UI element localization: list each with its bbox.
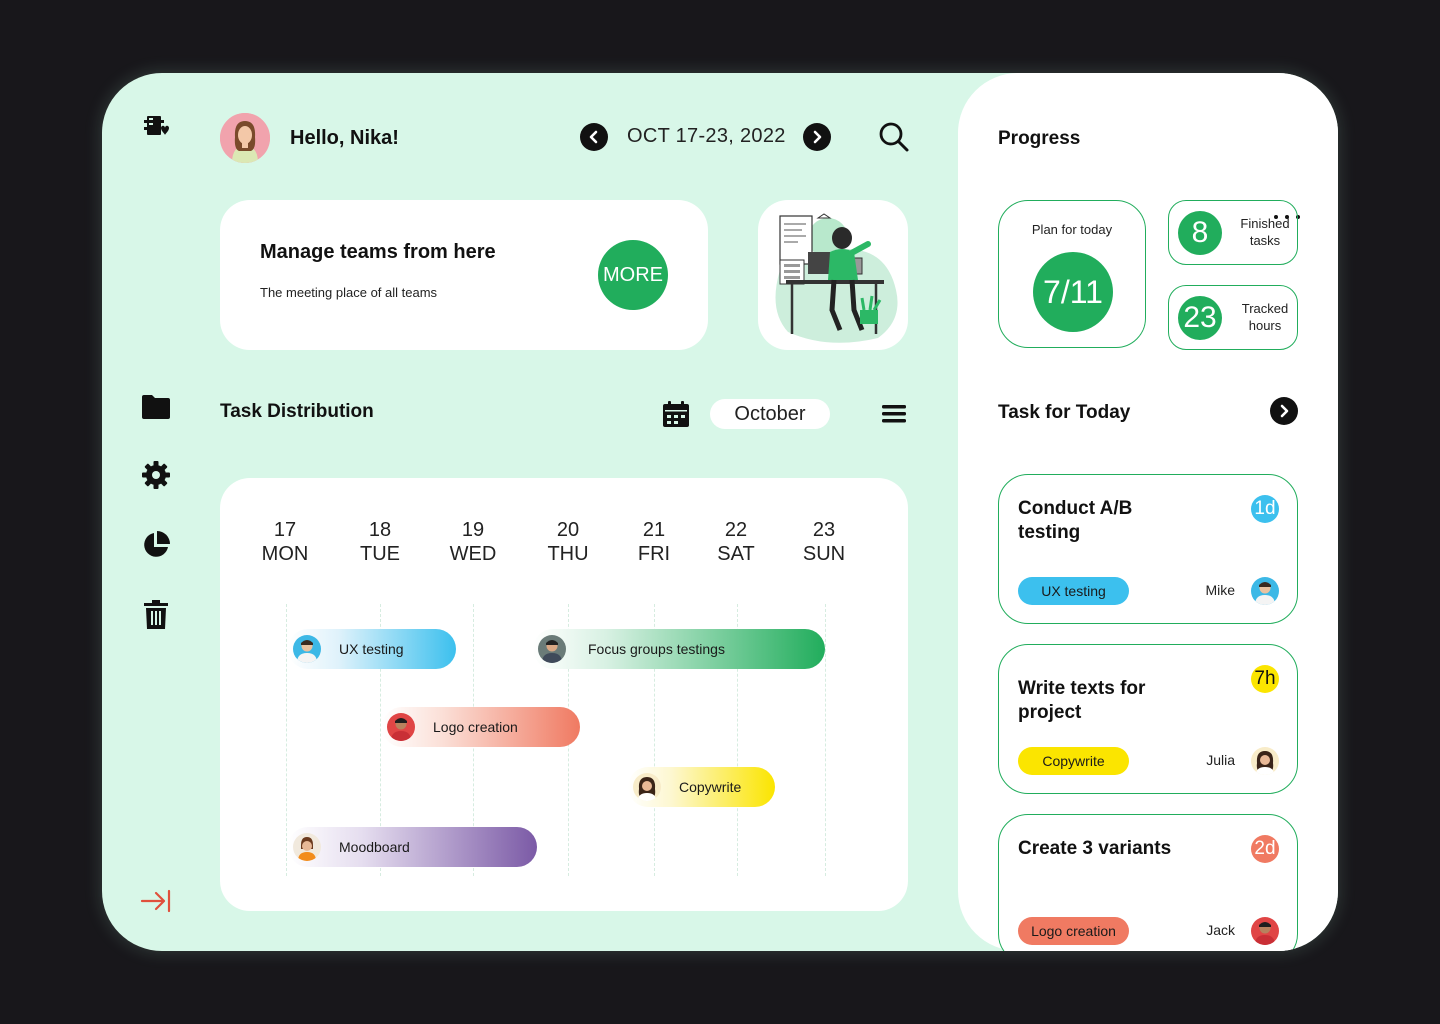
assignee-name: Jack — [1206, 922, 1235, 938]
task-distribution-card: 17 MON 18 TUE 19 WED 20 THU 21 FRI 22 SA… — [220, 478, 908, 911]
task-distribution-title: Task Distribution — [220, 401, 374, 422]
gantt-bar-ux-testing[interactable]: UX testing — [288, 629, 456, 669]
greeting-text: Hello, Nika! — [290, 127, 399, 149]
avatar — [293, 833, 321, 861]
day-number: 23 — [812, 519, 836, 541]
avatar — [1251, 917, 1279, 945]
day-column-18[interactable]: 18 TUE — [340, 518, 420, 566]
day-column-20[interactable]: 20 THU — [528, 518, 608, 566]
day-name: MON — [261, 543, 309, 565]
avatar — [1251, 747, 1279, 775]
day-number: 21 — [642, 519, 666, 541]
gantt-bar-moodboard[interactable]: Moodboard — [288, 827, 537, 867]
task-title: Create 3 variants — [1018, 838, 1172, 859]
gridline — [825, 604, 826, 876]
manage-teams-banner: Manage teams from here The meeting place… — [220, 200, 708, 350]
day-column-17[interactable]: 17 MON — [245, 518, 325, 566]
gridline — [286, 604, 287, 876]
task-title: Write texts for project — [1018, 678, 1146, 723]
month-selector[interactable]: October — [710, 399, 830, 429]
avatar — [293, 635, 321, 663]
day-column-21[interactable]: 21 FRI — [614, 518, 694, 566]
day-number: 17 — [273, 519, 297, 541]
day-number: 22 — [724, 519, 748, 541]
day-name: THU — [547, 543, 589, 565]
plan-label: Plan for today — [1031, 222, 1113, 237]
gantt-bar-label: Moodboard — [339, 839, 410, 855]
task-card[interactable]: Conduct A/B testing 1d UX testing Mike — [998, 474, 1298, 624]
chevron-right-icon[interactable] — [1270, 397, 1298, 425]
tracked-label: Tracked hours — [1241, 301, 1289, 333]
pie-chart-icon[interactable] — [140, 529, 172, 561]
day-name: TUE — [360, 543, 400, 565]
gantt-bar-logo-creation[interactable]: Logo creation — [382, 707, 580, 747]
banner-subtitle: The meeting place of all teams — [260, 285, 438, 300]
task-tag[interactable]: Logo creation — [1018, 917, 1129, 945]
task-tag[interactable]: UX testing — [1018, 577, 1129, 605]
workspace-illustration — [758, 200, 908, 350]
trash-icon[interactable] — [140, 599, 172, 631]
task-title: Conduct A/B testing — [1018, 498, 1133, 543]
gantt-bar-label: Copywrite — [679, 779, 742, 795]
task-card[interactable]: Write texts for project 7h Copywrite Jul… — [998, 644, 1298, 794]
avatar — [633, 773, 661, 801]
date-range: OCT 17-23, 2022 — [627, 125, 786, 147]
task-for-today-title: Task for Today — [998, 402, 1131, 423]
day-name: SAT — [717, 543, 755, 565]
day-column-19[interactable]: 19 WED — [433, 518, 513, 566]
assignee-name: Julia — [1206, 752, 1235, 768]
search-icon[interactable] — [878, 121, 910, 153]
assignee-name: Mike — [1205, 582, 1235, 598]
day-name: SUN — [802, 543, 846, 565]
duration-badge: 7h — [1251, 665, 1279, 693]
day-number: 18 — [368, 519, 392, 541]
gear-icon[interactable] — [140, 459, 172, 491]
finished-tasks-card: 8 Finished tasks — [1168, 200, 1298, 265]
avatar — [538, 635, 566, 663]
avatar[interactable] — [220, 113, 270, 163]
chevron-left-icon[interactable] — [580, 123, 608, 151]
task-tag[interactable]: Copywrite — [1018, 747, 1129, 775]
day-name: WED — [449, 543, 497, 565]
dashboard-app: Hello, Nika! OCT 17-23, 2022 Manage team… — [102, 73, 1338, 951]
calendar-icon[interactable] — [662, 400, 690, 428]
day-number: 19 — [461, 519, 485, 541]
collapse-icon[interactable] — [140, 885, 172, 917]
progress-title: Progress — [998, 128, 1081, 149]
day-column-23[interactable]: 23 SUN — [784, 518, 864, 566]
duration-badge: 1d — [1251, 495, 1279, 523]
more-button[interactable]: MORE — [598, 240, 668, 310]
plan-for-today-card: Plan for today 7/11 — [998, 200, 1146, 348]
gantt-bar-label: Focus groups testings — [588, 641, 725, 657]
day-column-22[interactable]: 22 SAT — [696, 518, 776, 566]
gantt-bar-focus-groups[interactable]: Focus groups testings — [533, 629, 825, 669]
avatar — [1251, 577, 1279, 605]
gantt-bar-copywrite[interactable]: Copywrite — [628, 767, 775, 807]
day-number: 20 — [556, 519, 580, 541]
gantt-bar-label: Logo creation — [433, 719, 518, 735]
banner-title: Manage teams from here — [260, 241, 496, 263]
finished-value: 8 — [1178, 211, 1222, 255]
folder-icon[interactable] — [140, 391, 172, 423]
logo-icon[interactable] — [140, 111, 172, 143]
avatar — [387, 713, 415, 741]
task-card[interactable]: Create 3 variants 2d Logo creation Jack — [998, 814, 1298, 951]
tracked-value: 23 — [1178, 296, 1222, 340]
finished-label: Finished tasks — [1240, 216, 1290, 248]
tracked-hours-card: 23 Tracked hours — [1168, 285, 1298, 350]
menu-icon[interactable] — [881, 403, 907, 425]
day-name: FRI — [637, 543, 671, 565]
chevron-right-icon[interactable] — [803, 123, 831, 151]
gantt-bar-label: UX testing — [339, 641, 404, 657]
duration-badge: 2d — [1251, 835, 1279, 863]
plan-value: 7/11 — [1033, 252, 1113, 332]
